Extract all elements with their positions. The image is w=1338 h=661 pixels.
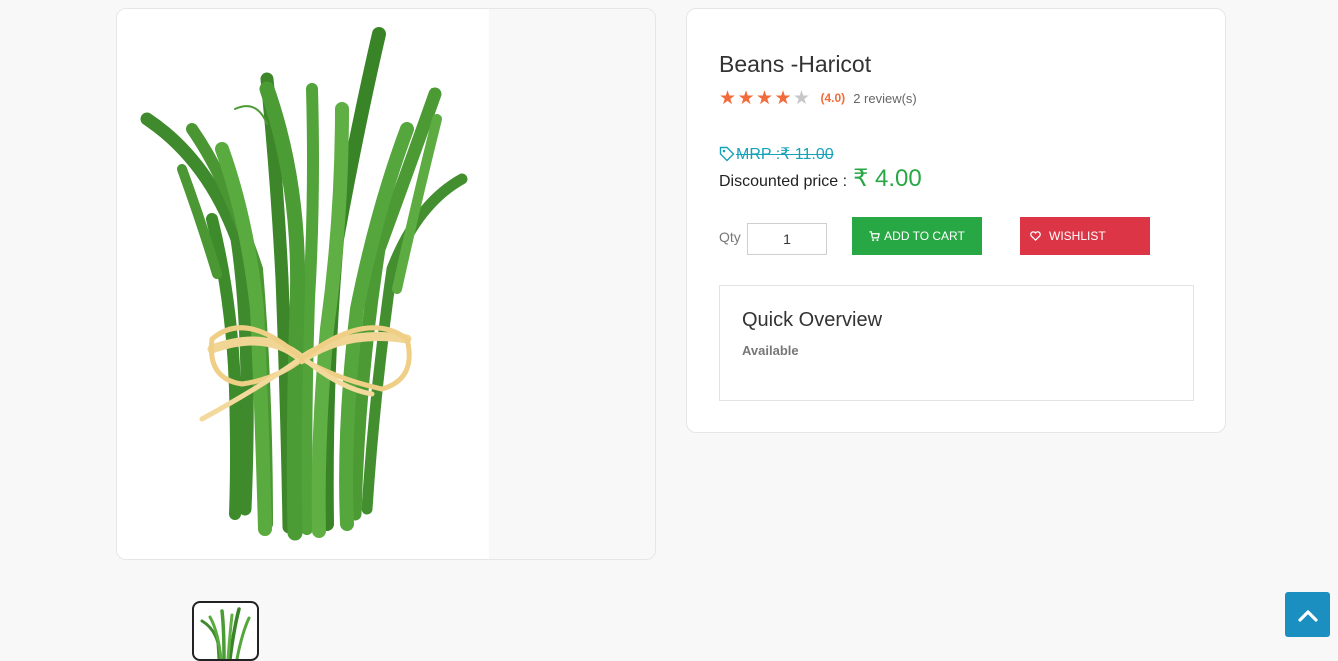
discount-label: Discounted price :	[719, 173, 848, 190]
star-icon: ★	[756, 87, 774, 109]
mrp-price: MRP :₹ 11.00	[719, 144, 834, 164]
reviews-link[interactable]: 2 review(s)	[853, 91, 917, 106]
green-beans-thumb-icon	[200, 607, 251, 659]
star-icon: ★	[719, 87, 737, 109]
discount-price: ₹ 4.00	[853, 165, 922, 192]
quick-overview-box: Quick Overview Available	[719, 285, 1194, 401]
qty-label: Qty	[719, 229, 741, 245]
star-rating: ★ ★ ★ ★ ★	[719, 89, 812, 108]
cart-icon	[869, 230, 881, 241]
quick-overview-title: Quick Overview	[742, 309, 883, 331]
scroll-to-top-button[interactable]	[1285, 592, 1330, 637]
star-icon: ★	[737, 87, 755, 109]
green-beans-icon	[140, 27, 468, 541]
product-image-panel	[116, 8, 656, 560]
mrp-text: MRP :₹ 11.00	[736, 146, 834, 163]
add-to-cart-label: ADD TO CART	[884, 229, 965, 243]
rating-row: ★ ★ ★ ★ ★ (4.0) 2 review(s)	[719, 88, 917, 108]
star-icon: ★	[793, 87, 811, 109]
rating-value: (4.0)	[820, 91, 846, 105]
tag-icon	[719, 146, 735, 162]
product-image	[117, 9, 489, 559]
availability-status: Available	[742, 343, 799, 358]
discount-row: Discounted price : ₹ 4.00	[719, 164, 922, 193]
product-title: Beans -Haricot	[719, 51, 872, 77]
qty-input[interactable]	[747, 223, 827, 255]
product-info-panel: Beans -Haricot ★ ★ ★ ★ ★ (4.0) 2 review(s) M…	[686, 8, 1226, 433]
chevron-up-icon	[1297, 609, 1318, 622]
product-thumbnail[interactable]	[192, 601, 259, 661]
wishlist-label: WISHLIST	[1049, 229, 1106, 243]
star-icon: ★	[774, 87, 792, 109]
add-to-cart-button[interactable]: ADD TO CART	[852, 217, 982, 255]
wishlist-button[interactable]: WISHLIST	[1020, 217, 1150, 255]
heart-icon	[1030, 231, 1041, 241]
